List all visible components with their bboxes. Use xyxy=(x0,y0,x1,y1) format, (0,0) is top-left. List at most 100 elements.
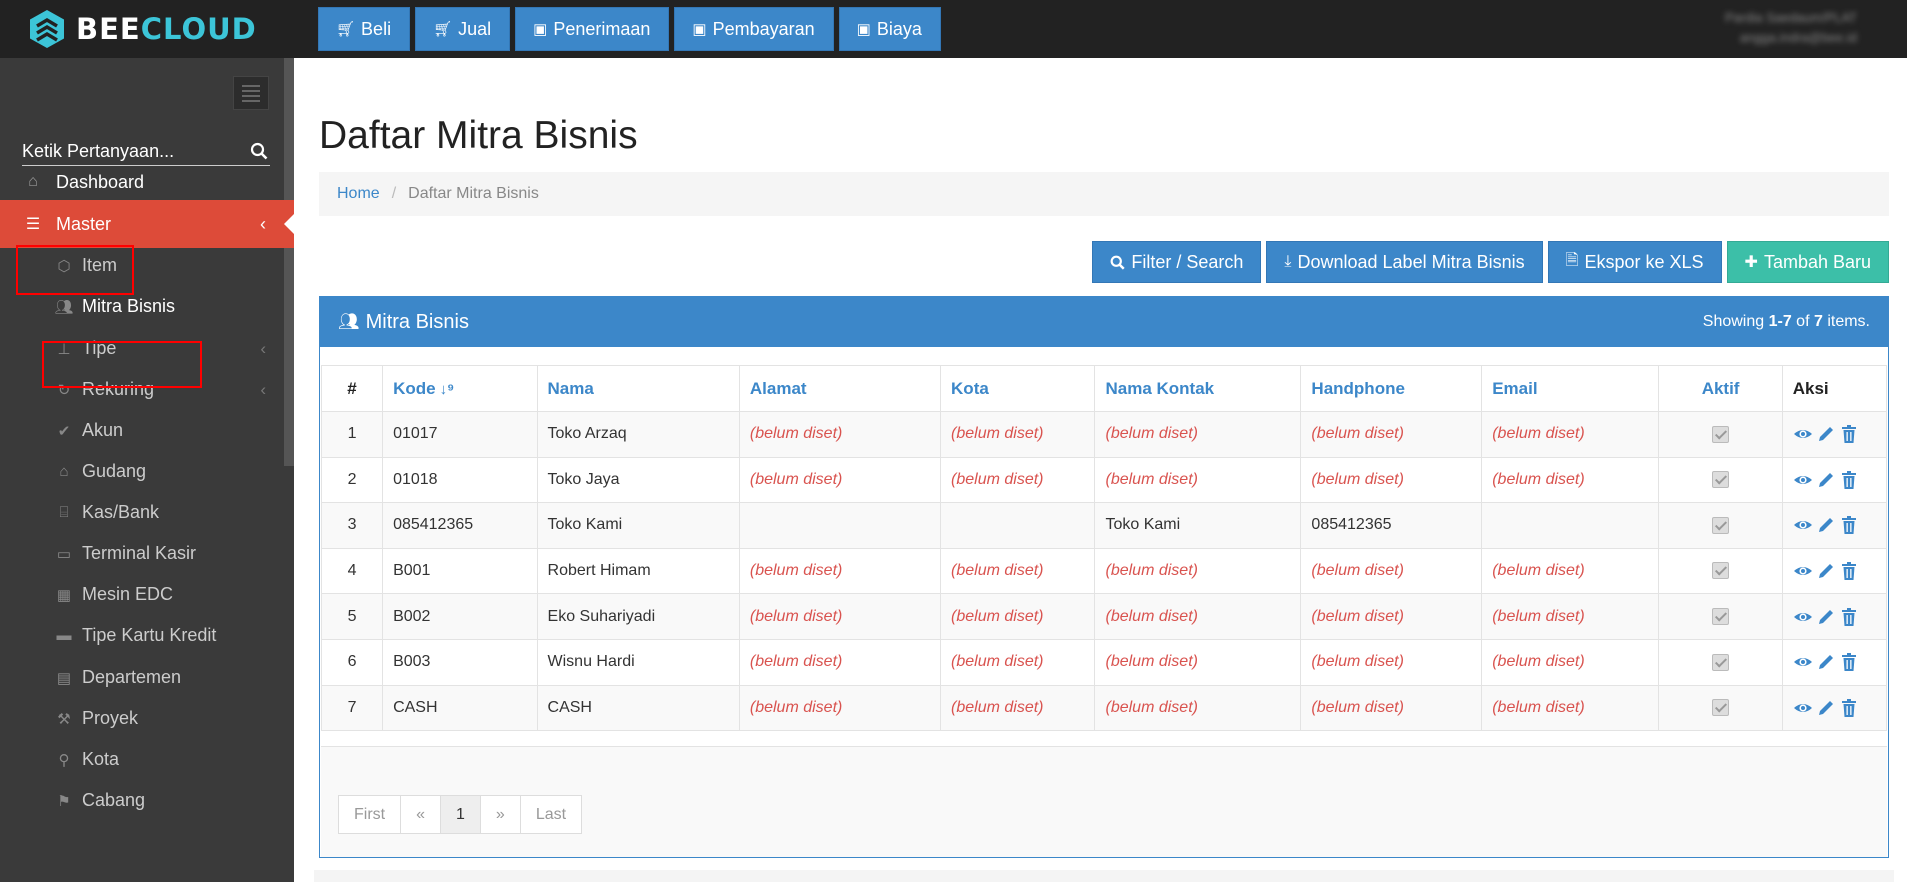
aktif-checkbox xyxy=(1712,425,1730,443)
column-header-kota[interactable]: Kota xyxy=(940,365,1096,412)
eye-icon[interactable] xyxy=(1793,652,1813,672)
credit-card-icon: ▬ xyxy=(56,627,72,644)
pencil-icon[interactable] xyxy=(1816,515,1836,535)
filter-search-button[interactable]: Filter / Search xyxy=(1092,241,1262,283)
trash-icon[interactable] xyxy=(1839,561,1859,581)
column-header-aktif[interactable]: Aktif xyxy=(1658,365,1783,412)
mitra-bisnis-table: # Kode ↓⁹ Nama Alamat Kota Nama Kontak Ha… xyxy=(320,365,1888,732)
sidebar-subitem-mitra-bisnis-label: Mitra Bisnis xyxy=(82,296,176,316)
eye-icon[interactable] xyxy=(1793,470,1813,490)
column-header-handphone[interactable]: Handphone xyxy=(1300,365,1483,412)
trash-icon[interactable] xyxy=(1839,424,1859,444)
users-icon: 👥︎ xyxy=(54,298,74,316)
sidebar-subitem-kas-bank[interactable]: ⌸ Kas/Bank xyxy=(0,492,294,533)
eye-icon[interactable] xyxy=(1793,561,1813,581)
bank-icon: ⌸ xyxy=(59,504,69,521)
breadcrumb-separator: / xyxy=(391,185,397,202)
pencil-icon[interactable] xyxy=(1816,470,1836,490)
pencil-icon[interactable] xyxy=(1816,561,1836,581)
top-nav-jual-button[interactable]: 🛒︎ Jual xyxy=(415,7,511,51)
sidebar-subitem-departemen[interactable]: ▤ Departemen xyxy=(0,657,294,698)
home-icon: ⌂ xyxy=(28,173,38,190)
eye-icon[interactable] xyxy=(1793,698,1813,718)
cell-aktif xyxy=(1658,684,1783,732)
pagination-last[interactable]: Last xyxy=(519,795,583,834)
desktop-icon: ▭ xyxy=(56,545,72,563)
eye-icon[interactable] xyxy=(1793,515,1813,535)
brand-name-bee: BEE xyxy=(76,12,141,46)
trash-icon[interactable] xyxy=(1839,470,1859,490)
cell-hp: (belum diset) xyxy=(1300,411,1483,458)
pagination-prev[interactable]: « xyxy=(400,795,442,834)
cell-hp: (belum diset) xyxy=(1300,593,1483,640)
trash-icon[interactable] xyxy=(1839,607,1859,627)
cell-kota: (belum diset) xyxy=(940,411,1096,458)
pagination-page-1[interactable]: 1 xyxy=(440,795,481,834)
eye-icon[interactable] xyxy=(1793,607,1813,627)
sidebar-toggle-button[interactable] xyxy=(233,76,269,110)
filter-search-label: Filter / Search xyxy=(1131,251,1244,272)
sidebar-subitem-kota-label: Kota xyxy=(82,749,120,769)
table-body: 1 01017 Toko Arzaq (belum diset) (belum dise… xyxy=(320,411,1888,732)
column-header-nama-kontak[interactable]: Nama Kontak xyxy=(1094,365,1302,412)
download-label-button[interactable]: ⤓ Download Label Mitra Bisnis xyxy=(1266,241,1543,283)
pencil-icon[interactable] xyxy=(1816,607,1836,627)
column-header-nama[interactable]: Nama xyxy=(536,365,740,412)
pagination-first[interactable]: First xyxy=(338,795,402,834)
cell-no: 2 xyxy=(320,456,384,504)
flag-icon: ⚑ xyxy=(57,792,71,810)
pencil-icon[interactable] xyxy=(1816,424,1836,444)
download-icon: ⤓ xyxy=(1284,253,1292,270)
top-nav-biaya-button[interactable]: ▣ Biaya xyxy=(838,7,941,51)
sidebar-subitem-tipe-kartu-kredit[interactable]: ▬ Tipe Kartu Kredit xyxy=(0,615,294,656)
row-actions xyxy=(1793,652,1876,672)
sidebar-item-master[interactable]: ☰ Master ‹ xyxy=(0,200,294,248)
pagination-next[interactable]: » xyxy=(479,795,521,834)
cell-aktif xyxy=(1658,593,1783,640)
sidebar-subitem-proyek[interactable]: ⚒ Proyek xyxy=(0,698,294,739)
cell-kontak: (belum diset) xyxy=(1094,547,1302,595)
top-nav-beli-button[interactable]: 🛒︎ Beli xyxy=(318,7,411,51)
trash-icon[interactable] xyxy=(1839,515,1859,535)
sidebar-subitem-kota[interactable]: ⚲ Kota xyxy=(0,739,294,780)
top-nav-penerimaan-button[interactable]: ▣ Penerimaan xyxy=(515,7,670,51)
summary-range: 1-7 xyxy=(1768,313,1792,330)
breadcrumb-home-link[interactable]: Home xyxy=(337,185,380,203)
pencil-icon[interactable] xyxy=(1816,698,1836,718)
sidebar-subitem-gudang[interactable]: ⌂ Gudang xyxy=(0,451,294,492)
main-content: Daftar Mitra Bisnis Home / Daftar Mitra … xyxy=(294,58,1907,882)
trash-icon[interactable] xyxy=(1839,652,1859,672)
top-nav-biaya-label: Biaya xyxy=(876,18,922,39)
row-actions xyxy=(1793,607,1876,627)
sidebar-item-dashboard[interactable]: ⌂ Dashboard xyxy=(0,158,294,206)
sidebar-subitem-cabang-label: Cabang xyxy=(82,790,146,810)
table-row: 2 01018 Toko Jaya (belum diset) (belum diset… xyxy=(320,456,1888,504)
brand-logo[interactable]: BEECLOUD xyxy=(26,8,257,50)
top-nav-pembayaran-button[interactable]: ▣ Pembayaran xyxy=(674,7,834,51)
cell-kontak: (belum diset) xyxy=(1094,638,1302,686)
column-header-alamat[interactable]: Alamat xyxy=(738,365,942,412)
sidebar-subitem-terminal-kasir[interactable]: ▭ Terminal Kasir xyxy=(0,533,294,574)
cell-aksi xyxy=(1781,593,1888,640)
export-xls-button[interactable]: 🗎︎ Ekspor ke XLS xyxy=(1547,241,1722,283)
aktif-checkbox xyxy=(1712,699,1730,717)
user-menu[interactable]: Pardia Saedaum/PLAT angga.indra@bee.id xyxy=(1725,8,1857,48)
cell-nama: Toko Jaya xyxy=(536,456,740,504)
cell-kontak: (belum diset) xyxy=(1094,593,1302,640)
search-icon xyxy=(1110,255,1125,270)
column-header-email[interactable]: Email xyxy=(1481,365,1660,412)
sidebar-subitem-mesin-edc[interactable]: ▦ Mesin EDC xyxy=(0,574,294,615)
sidebar-subitem-cabang[interactable]: ⚑ Cabang xyxy=(0,780,294,821)
cell-aksi xyxy=(1781,547,1888,595)
column-header-kode[interactable]: Kode ↓⁹ xyxy=(382,365,538,412)
cell-aksi xyxy=(1781,684,1888,732)
cell-alamat: (belum diset) xyxy=(738,456,942,504)
add-new-button[interactable]: ✚ Tambah Baru xyxy=(1726,241,1889,283)
table-row: 6 B003 Wisnu Hardi (belum diset) (belum dise… xyxy=(320,638,1888,686)
pencil-icon[interactable] xyxy=(1816,652,1836,672)
trash-icon[interactable] xyxy=(1839,698,1859,718)
aktif-checkbox xyxy=(1712,516,1730,534)
sidebar-subitem-akun[interactable]: ✔ Akun xyxy=(0,410,294,451)
eye-icon[interactable] xyxy=(1793,424,1813,444)
breadcrumb-current: Daftar Mitra Bisnis xyxy=(408,185,539,202)
